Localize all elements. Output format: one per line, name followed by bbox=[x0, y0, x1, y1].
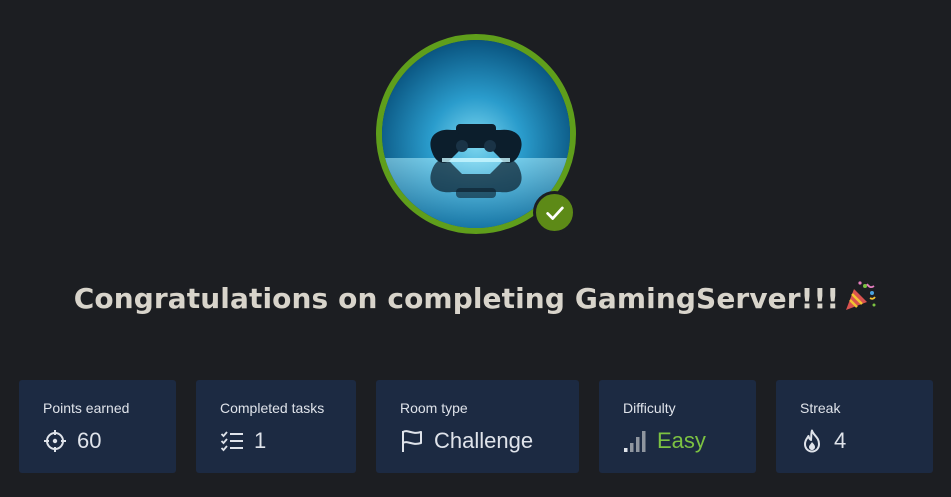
stat-label: Streak bbox=[800, 400, 841, 416]
stat-value: 60 bbox=[77, 428, 102, 453]
check-icon bbox=[545, 206, 564, 220]
stat-label: Points earned bbox=[43, 400, 130, 416]
checklist-icon bbox=[220, 431, 243, 452]
room-completion-screen: Congratulations on completing GamingServ… bbox=[0, 0, 951, 497]
stat-card-points: Points earned 60 bbox=[19, 380, 176, 473]
stat-card-difficulty: Difficulty Easy bbox=[599, 380, 756, 473]
stat-value: 1 bbox=[254, 428, 267, 453]
congratulations-heading: Congratulations on completing GamingServ… bbox=[0, 280, 951, 319]
room-avatar bbox=[376, 34, 576, 234]
signal-bars-icon bbox=[624, 431, 646, 452]
flame-icon bbox=[804, 429, 820, 453]
party-popper-icon bbox=[843, 280, 877, 319]
stat-value: 4 bbox=[834, 428, 847, 453]
stat-label: Difficulty bbox=[623, 400, 676, 416]
stat-value: Easy bbox=[657, 428, 706, 453]
congratulations-text: Congratulations on completing GamingServ… bbox=[73, 282, 840, 315]
stat-card-completed-tasks: Completed tasks 1 bbox=[196, 380, 356, 473]
stat-card-streak: Streak 4 bbox=[776, 380, 933, 473]
completed-badge bbox=[533, 191, 576, 234]
flag-icon bbox=[402, 430, 422, 452]
stat-label: Room type bbox=[400, 400, 468, 416]
stat-value: Challenge bbox=[434, 428, 534, 453]
stat-label: Completed tasks bbox=[220, 400, 325, 416]
stat-card-room-type: Room type Challenge bbox=[376, 380, 579, 473]
crosshair-icon bbox=[44, 430, 66, 452]
